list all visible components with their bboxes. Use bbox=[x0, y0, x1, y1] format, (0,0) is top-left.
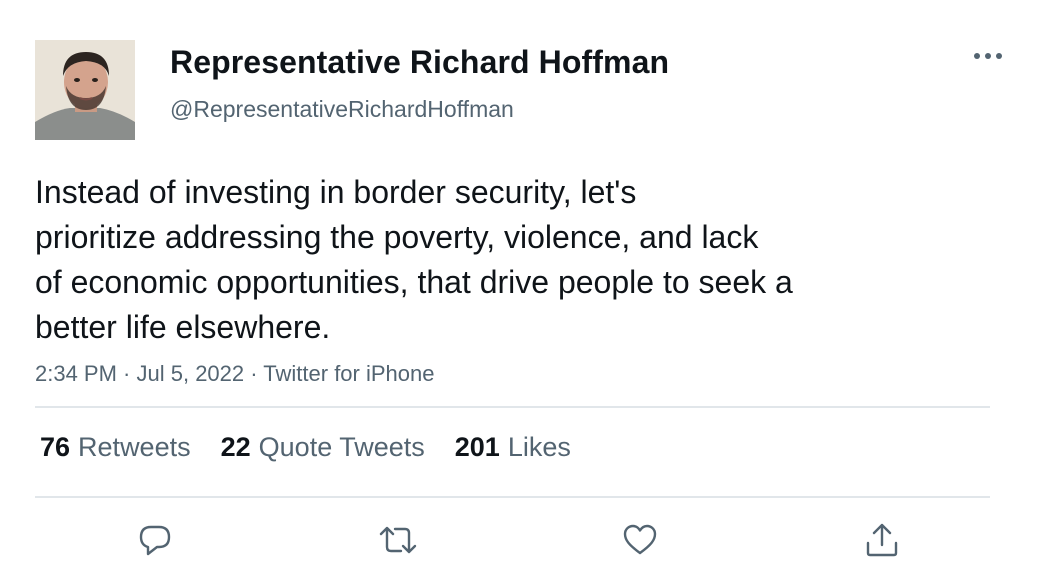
quote-tweets-label: Quote Tweets bbox=[258, 432, 425, 462]
tweet-time[interactable]: 2:34 PM bbox=[35, 361, 117, 386]
divider bbox=[35, 406, 990, 408]
retweet-icon bbox=[379, 526, 417, 554]
likes-label: Likes bbox=[507, 432, 571, 462]
meta-separator: · bbox=[244, 361, 264, 386]
likes-count: 201 bbox=[454, 432, 500, 462]
engagement-stats: 76 Retweets 22 Quote Tweets 201 Likes bbox=[40, 432, 571, 463]
tweet-card: Representative Richard Hoffman @Represen… bbox=[0, 0, 1050, 570]
tweet-text-line: of economic opportunities, that drive pe… bbox=[35, 264, 793, 300]
profile-photo-icon bbox=[35, 40, 135, 140]
divider bbox=[35, 496, 990, 498]
tweet-text-line: prioritize addressing the poverty, viole… bbox=[35, 219, 759, 255]
author-handle[interactable]: @RepresentativeRichardHoffman bbox=[170, 96, 514, 123]
share-button[interactable] bbox=[860, 518, 904, 562]
likes-stat[interactable]: 201 Likes bbox=[455, 432, 571, 463]
tweet-text-line: Instead of investing in border security,… bbox=[35, 174, 637, 210]
tweet-text: Instead of investing in border security,… bbox=[35, 170, 915, 350]
tweet-source[interactable]: Twitter for iPhone bbox=[263, 361, 434, 386]
reply-icon bbox=[139, 525, 171, 556]
author-display-name[interactable]: Representative Richard Hoffman bbox=[170, 44, 669, 81]
quote-tweets-stat[interactable]: 22 Quote Tweets bbox=[221, 432, 425, 463]
more-options-icon bbox=[974, 53, 1002, 59]
heart-icon bbox=[623, 524, 657, 555]
retweet-button[interactable] bbox=[376, 518, 420, 562]
more-options-button[interactable] bbox=[968, 42, 1008, 70]
avatar[interactable] bbox=[35, 40, 135, 140]
like-button[interactable] bbox=[618, 518, 662, 562]
retweets-label: Retweets bbox=[78, 432, 191, 462]
reply-button[interactable] bbox=[133, 518, 177, 562]
retweets-count: 76 bbox=[40, 432, 71, 462]
meta-separator: · bbox=[116, 361, 137, 386]
retweets-stat[interactable]: 76 Retweets bbox=[40, 432, 191, 463]
share-icon bbox=[866, 523, 898, 557]
tweet-text-line: better life elsewhere. bbox=[35, 309, 331, 345]
tweet-date[interactable]: Jul 5, 2022 bbox=[137, 361, 245, 386]
tweet-metadata: 2:34 PM · Jul 5, 2022 · Twitter for iPho… bbox=[35, 361, 434, 387]
quote-tweets-count: 22 bbox=[220, 432, 251, 462]
